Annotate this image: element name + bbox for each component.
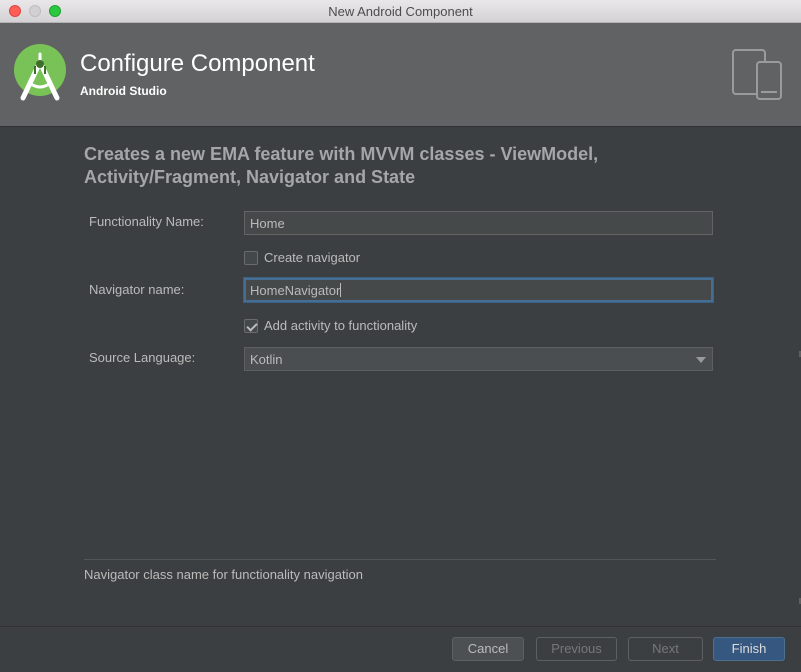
navigator-name-label: Navigator name: (89, 282, 185, 297)
create-navigator-checkbox[interactable] (244, 250, 258, 265)
create-navigator-label: Create navigator (264, 250, 361, 265)
hint-separator (84, 559, 716, 560)
source-language-value: Kotlin (250, 352, 283, 367)
functionality-name-input[interactable]: Home (244, 211, 713, 235)
add-activity-checkbox[interactable] (244, 318, 258, 333)
add-activity-label: Add activity to functionality (264, 318, 418, 333)
add-activity-row[interactable]: Add activity to functionality (244, 318, 417, 333)
android-studio-logo-icon (14, 44, 66, 101)
header-title: Configure Component (80, 50, 315, 77)
chevron-down-icon (696, 357, 706, 363)
finish-button[interactable]: Finish (713, 637, 785, 661)
window-title: New Android Component (328, 4, 473, 19)
dialog-window: New Android Component Configure Componen… (0, 0, 801, 672)
next-button[interactable]: Next (628, 637, 703, 661)
previous-button[interactable]: Previous (536, 637, 617, 661)
text-caret (340, 283, 342, 297)
create-navigator-row[interactable]: Create navigator (244, 250, 360, 265)
functionality-name-label: Functionality Name: (89, 214, 204, 229)
header-subtitle: Android Studio (80, 84, 167, 98)
dialog-header: Configure Component Android Studio (0, 23, 801, 127)
functionality-name-value: Home (250, 216, 285, 231)
source-language-label: Source Language: (89, 350, 196, 365)
navigator-name-value: HomeNavigator (250, 283, 341, 298)
dialog-footer: Cancel Previous Next Finish (0, 626, 801, 672)
tablet-phone-icon (732, 49, 782, 100)
title-bar: New Android Component (0, 0, 801, 23)
cancel-button[interactable]: Cancel (452, 637, 524, 661)
component-description: Creates a new EMA feature with MVVM clas… (84, 144, 599, 187)
source-language-select[interactable]: Kotlin (244, 347, 713, 371)
navigator-name-input[interactable]: HomeNavigator (244, 278, 713, 302)
field-hint: Navigator class name for functionality n… (84, 567, 363, 582)
